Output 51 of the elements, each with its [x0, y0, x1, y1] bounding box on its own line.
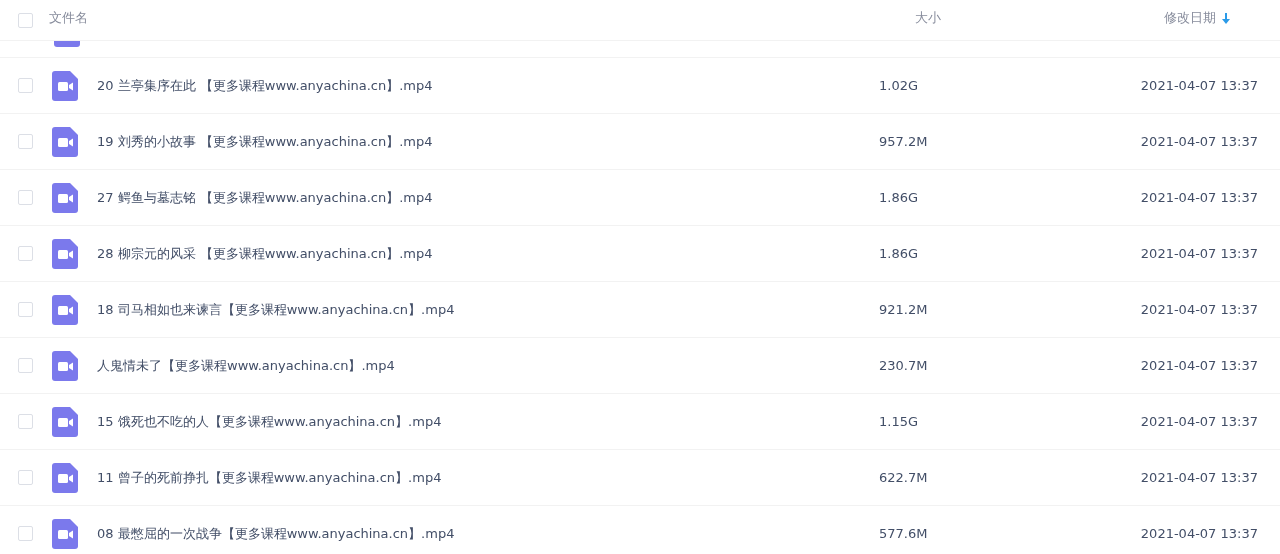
row-checkbox[interactable] [18, 246, 33, 261]
row-checkbox[interactable] [18, 302, 33, 317]
file-size: 1.86G [879, 190, 920, 205]
row-checkbox[interactable] [18, 78, 33, 93]
modified-date: 2021-04-07 13:37 [1139, 190, 1259, 205]
video-file-icon [54, 41, 80, 47]
file-name[interactable]: 11 曾子的死前挣扎【更多课程www.anyachina.cn】.mp4 [97, 468, 879, 487]
file-name[interactable]: 28 柳宗元的风采 【更多课程www.anyachina.cn】.mp4 [97, 244, 879, 263]
video-file-icon [52, 350, 78, 381]
file-size: 957.2M [879, 134, 929, 149]
modified-date: 2021-04-07 13:37 [1139, 302, 1259, 317]
video-file-icon [52, 126, 78, 157]
file-name[interactable]: 人鬼情未了【更多课程www.anyachina.cn】.mp4 [97, 356, 879, 375]
video-file-icon [52, 70, 78, 101]
file-name[interactable]: 27 鳄鱼与墓志铭 【更多课程www.anyachina.cn】.mp4 [97, 188, 879, 207]
modified-date: 2021-04-07 13:37 [1139, 470, 1259, 485]
row-checkbox[interactable] [18, 470, 33, 485]
file-name[interactable]: 20 兰亭集序在此 【更多课程www.anyachina.cn】.mp4 [97, 76, 879, 95]
file-name[interactable]: 15 饿死也不吃的人【更多课程www.anyachina.cn】.mp4 [97, 412, 879, 431]
sort-arrow-icon[interactable] [1222, 12, 1230, 24]
modified-date: 2021-04-07 13:37 [1139, 358, 1259, 373]
row-checkbox[interactable] [18, 526, 33, 541]
modified-date: 2021-04-07 13:37 [1139, 134, 1259, 149]
modified-date: 2021-04-07 13:37 [1139, 78, 1259, 93]
column-header[interactable]: 修改日期 [1164, 9, 1216, 27]
modified-date: 2021-04-07 13:37 [1139, 526, 1259, 541]
column-header[interactable]: 大小 [915, 9, 1065, 27]
video-file-icon [52, 518, 78, 549]
file-size: 577.6M [879, 526, 929, 541]
file-size: 622.7M [879, 470, 929, 485]
file-size: 1.86G [879, 246, 920, 261]
modified-date: 2021-04-07 13:37 [1139, 414, 1259, 429]
file-size: 1.02G [879, 78, 920, 93]
row-checkbox[interactable] [18, 414, 33, 429]
video-file-icon [52, 238, 78, 269]
video-file-icon [52, 462, 78, 493]
file-name[interactable]: 18 司马相如也来谏言【更多课程www.anyachina.cn】.mp4 [97, 300, 879, 319]
row-checkbox[interactable] [18, 358, 33, 373]
file-size: 230.7M [879, 358, 929, 373]
column-header[interactable]: 文件名 [49, 9, 869, 27]
file-size: 921.2M [879, 302, 929, 317]
file-name[interactable]: 19 刘秀的小故事 【更多课程www.anyachina.cn】.mp4 [97, 132, 879, 151]
select-all-checkbox[interactable] [18, 12, 33, 28]
file-name[interactable]: 08 最憋屈的一次战争【更多课程www.anyachina.cn】.mp4 [97, 524, 879, 543]
video-file-icon [52, 406, 78, 437]
video-file-icon [52, 294, 78, 325]
video-file-icon [52, 182, 78, 213]
row-checkbox[interactable] [18, 190, 33, 205]
modified-date: 2021-04-07 13:37 [1139, 246, 1259, 261]
file-size: 1.15G [879, 414, 920, 429]
row-checkbox[interactable] [18, 134, 33, 149]
